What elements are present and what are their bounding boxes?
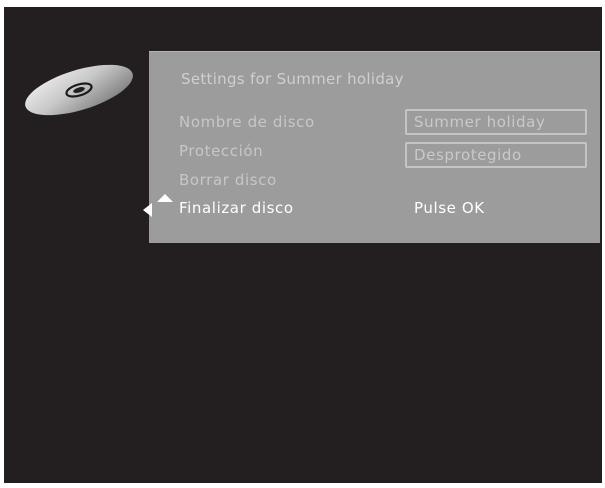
menu-item-protection[interactable]: Protección: [179, 142, 263, 160]
menu-item-disc-name[interactable]: Nombre de disco: [179, 113, 315, 131]
menu-item-finalize-disc[interactable]: Finalizar disco: [179, 199, 294, 217]
arrow-up-icon: [157, 194, 173, 202]
disc-name-field[interactable]: Summer holiday: [405, 109, 587, 135]
arrow-left-icon: [143, 203, 152, 217]
finalize-action-hint: Pulse OK: [414, 199, 485, 217]
panel-title: Settings for Summer holiday: [181, 70, 404, 88]
disc-icon: [25, 64, 133, 116]
protection-field[interactable]: Desprotegido: [405, 142, 587, 168]
menu-item-erase-disc[interactable]: Borrar disco: [179, 171, 277, 189]
